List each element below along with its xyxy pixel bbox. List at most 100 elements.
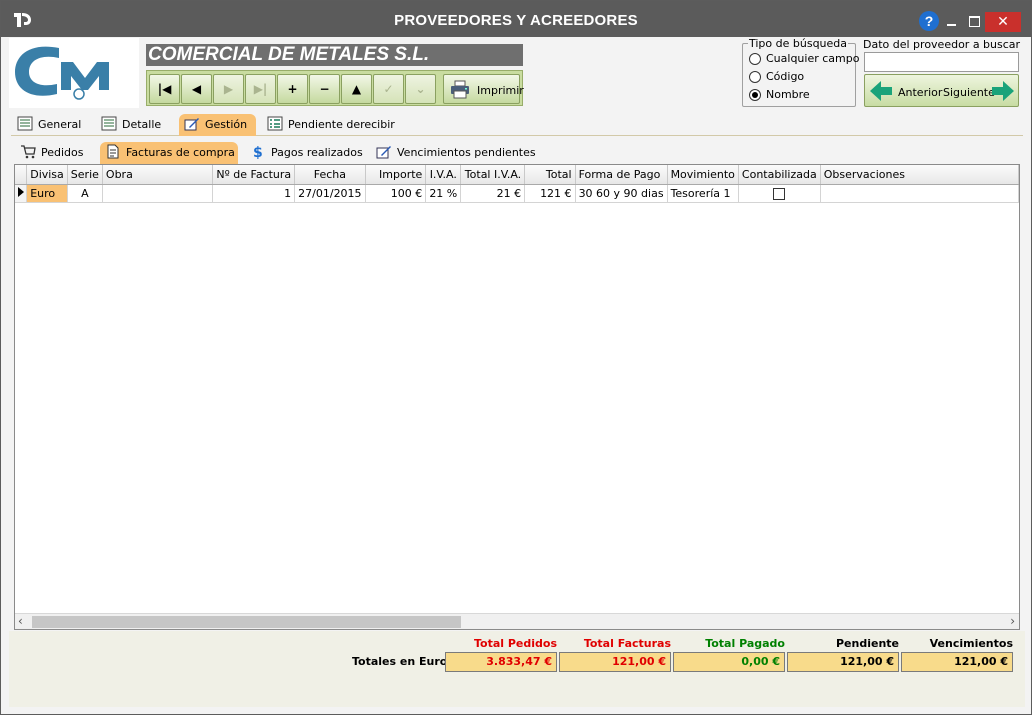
column-header-forma-pago[interactable]: Forma de Pago <box>575 165 668 185</box>
maximize-button[interactable] <box>965 13 983 29</box>
column-header-movimiento[interactable]: Movimiento <box>667 165 739 185</box>
cell-importe[interactable]: 100 € <box>365 184 427 203</box>
column-header-factura[interactable]: Nº de Factura <box>212 165 296 185</box>
radio-label: Código <box>766 70 805 83</box>
current-row-indicator <box>15 184 28 203</box>
company-logo <box>9 38 139 108</box>
column-header-fecha[interactable]: Fecha <box>294 165 366 185</box>
radio-dot <box>749 71 761 83</box>
tab-detalle[interactable]: Detalle <box>101 114 161 136</box>
first-record-button[interactable]: |◀ <box>149 74 180 104</box>
print-label: Imprimir <box>477 84 524 97</box>
tab-label: General <box>38 118 82 131</box>
column-header-observaciones[interactable]: Observaciones <box>820 165 1020 185</box>
last-record-button[interactable]: ▶| <box>245 74 276 104</box>
cancel-record-button[interactable]: ⌄ <box>405 74 436 104</box>
app-window: PROVEEDORES Y ACREEDORES ? ✕ COMERCIAL D… <box>0 0 1032 715</box>
prev-match-button[interactable]: Anterior <box>898 86 942 99</box>
vencimientos-value: 121,00 € <box>901 652 1013 672</box>
list-icon <box>17 116 33 131</box>
close-button[interactable]: ✕ <box>985 12 1021 32</box>
column-header-serie[interactable]: Serie <box>67 165 103 185</box>
tab-pagos-realizados[interactable]: $ Pagos realizados <box>250 142 363 164</box>
tab-label: Detalle <box>122 118 162 131</box>
radio-dot-selected <box>749 89 761 101</box>
search-type-group: Tipo de búsqueda Cualquier campo Código … <box>742 37 859 107</box>
tab-label: Pedidos <box>41 146 84 159</box>
printer-icon <box>451 80 469 99</box>
scroll-right-icon[interactable]: › <box>1010 614 1015 628</box>
column-header-divisa[interactable]: Divisa <box>26 165 68 185</box>
delete-record-button[interactable]: − <box>309 74 340 104</box>
radio-any-field[interactable]: Cualquier campo <box>749 52 859 66</box>
tab-pendiente-recibir[interactable]: Pendiente derecibir <box>267 114 395 136</box>
radio-code[interactable]: Código <box>749 70 855 84</box>
contabilizada-checkbox[interactable] <box>773 187 786 200</box>
search-input[interactable] <box>864 52 1019 72</box>
column-header-obra[interactable]: Obra <box>102 165 214 185</box>
minimize-button[interactable] <box>943 13 961 29</box>
horizontal-scrollbar[interactable]: ‹ › <box>15 613 1019 629</box>
invoices-table: Divisa Serie Obra Nº de Factura Fecha Im… <box>15 165 1020 203</box>
window-title: PROVEEDORES Y ACREEDORES <box>394 12 638 29</box>
add-record-button[interactable]: + <box>277 74 308 104</box>
tab-general[interactable]: General <box>17 114 81 136</box>
help-button[interactable]: ? <box>919 11 939 31</box>
search-nav-buttons: Anterior Siguiente <box>864 74 1019 107</box>
tab-gestion[interactable]: Gestión <box>179 114 256 136</box>
tab-label: Pagos realizados <box>271 146 363 159</box>
total-pedidos-value: 3.833,47 € <box>445 652 557 672</box>
totals-row-label: Totales en Euro <box>352 655 448 668</box>
cell-movimiento[interactable]: Tesorería 1 <box>667 184 739 203</box>
cell-factura[interactable]: 1 <box>212 184 296 203</box>
tab-label: Pendiente derecibir <box>288 118 395 131</box>
confirm-record-button[interactable]: ✓ <box>373 74 404 104</box>
record-toolbar: |◀ ◀ ▶ ▶| + − ▲ ✓ ⌄ Imprimir <box>146 70 524 106</box>
cell-observaciones[interactable] <box>820 184 1020 203</box>
column-header-iva[interactable]: I.V.A. <box>425 165 462 185</box>
cell-serie[interactable]: A <box>67 184 103 203</box>
cell-divisa[interactable]: Euro <box>26 184 68 203</box>
sub-tab-strip: Pedidos Facturas de compra $ Pagos realiz… <box>11 142 1023 164</box>
cart-icon <box>21 145 36 159</box>
next-record-button[interactable]: ▶ <box>213 74 244 104</box>
arrow-left-icon[interactable] <box>869 80 893 102</box>
cell-obra[interactable] <box>102 184 214 203</box>
edit-record-button[interactable]: ▲ <box>341 74 372 104</box>
cell-total-iva[interactable]: 21 € <box>460 184 526 203</box>
total-pagado-value: 0,00 € <box>673 652 785 672</box>
row-selector-header <box>15 165 28 185</box>
list-icon <box>101 116 117 131</box>
arrow-right-icon[interactable] <box>991 80 1015 102</box>
prev-record-button[interactable]: ◀ <box>181 74 212 104</box>
tab-label: Vencimientos pendientes <box>397 146 536 159</box>
cell-fecha[interactable]: 27/01/2015 <box>294 184 366 203</box>
table-row[interactable]: Euro A 1 27/01/2015 100 € 21 % 21 € 121 … <box>15 184 1020 203</box>
radio-label: Cualquier campo <box>766 52 860 65</box>
edit-icon <box>184 118 199 131</box>
main-tab-strip: General Detalle Gestión Pendiente dereci… <box>11 114 1023 136</box>
cell-contabilizada[interactable] <box>738 184 821 203</box>
scroll-left-icon[interactable]: ‹ <box>18 614 23 628</box>
tab-label: Gestión <box>205 118 248 131</box>
cell-forma-pago[interactable]: 30 60 y 90 dias <box>575 184 668 203</box>
search-field-label: Dato del proveedor a buscar <box>863 38 1021 51</box>
tab-facturas-compra[interactable]: Facturas de compra <box>100 142 238 164</box>
print-button[interactable]: Imprimir <box>443 74 524 104</box>
column-header-contabilizada[interactable]: Contabilizada <box>738 165 821 185</box>
tab-vencimientos-pendientes[interactable]: Vencimientos pendientes <box>376 142 536 164</box>
tab-pedidos[interactable]: Pedidos <box>20 142 84 164</box>
vencimientos-label: Vencimientos <box>929 637 1013 650</box>
column-header-total-iva[interactable]: Total I.V.A. <box>460 165 526 185</box>
total-facturas-value: 121,00 € <box>559 652 671 672</box>
cell-iva[interactable]: 21 % <box>425 184 462 203</box>
total-pedidos-label: Total Pedidos <box>473 637 557 650</box>
scrollbar-thumb[interactable] <box>32 616 461 628</box>
next-match-button[interactable]: Siguiente <box>943 86 995 99</box>
cell-total[interactable]: 121 € <box>524 184 576 203</box>
column-header-importe[interactable]: Importe <box>365 165 427 185</box>
column-header-total[interactable]: Total <box>524 165 576 185</box>
checklist-icon <box>267 116 283 131</box>
radio-name[interactable]: Nombre <box>749 88 855 102</box>
total-pagado-label: Total Pagado <box>705 637 785 650</box>
